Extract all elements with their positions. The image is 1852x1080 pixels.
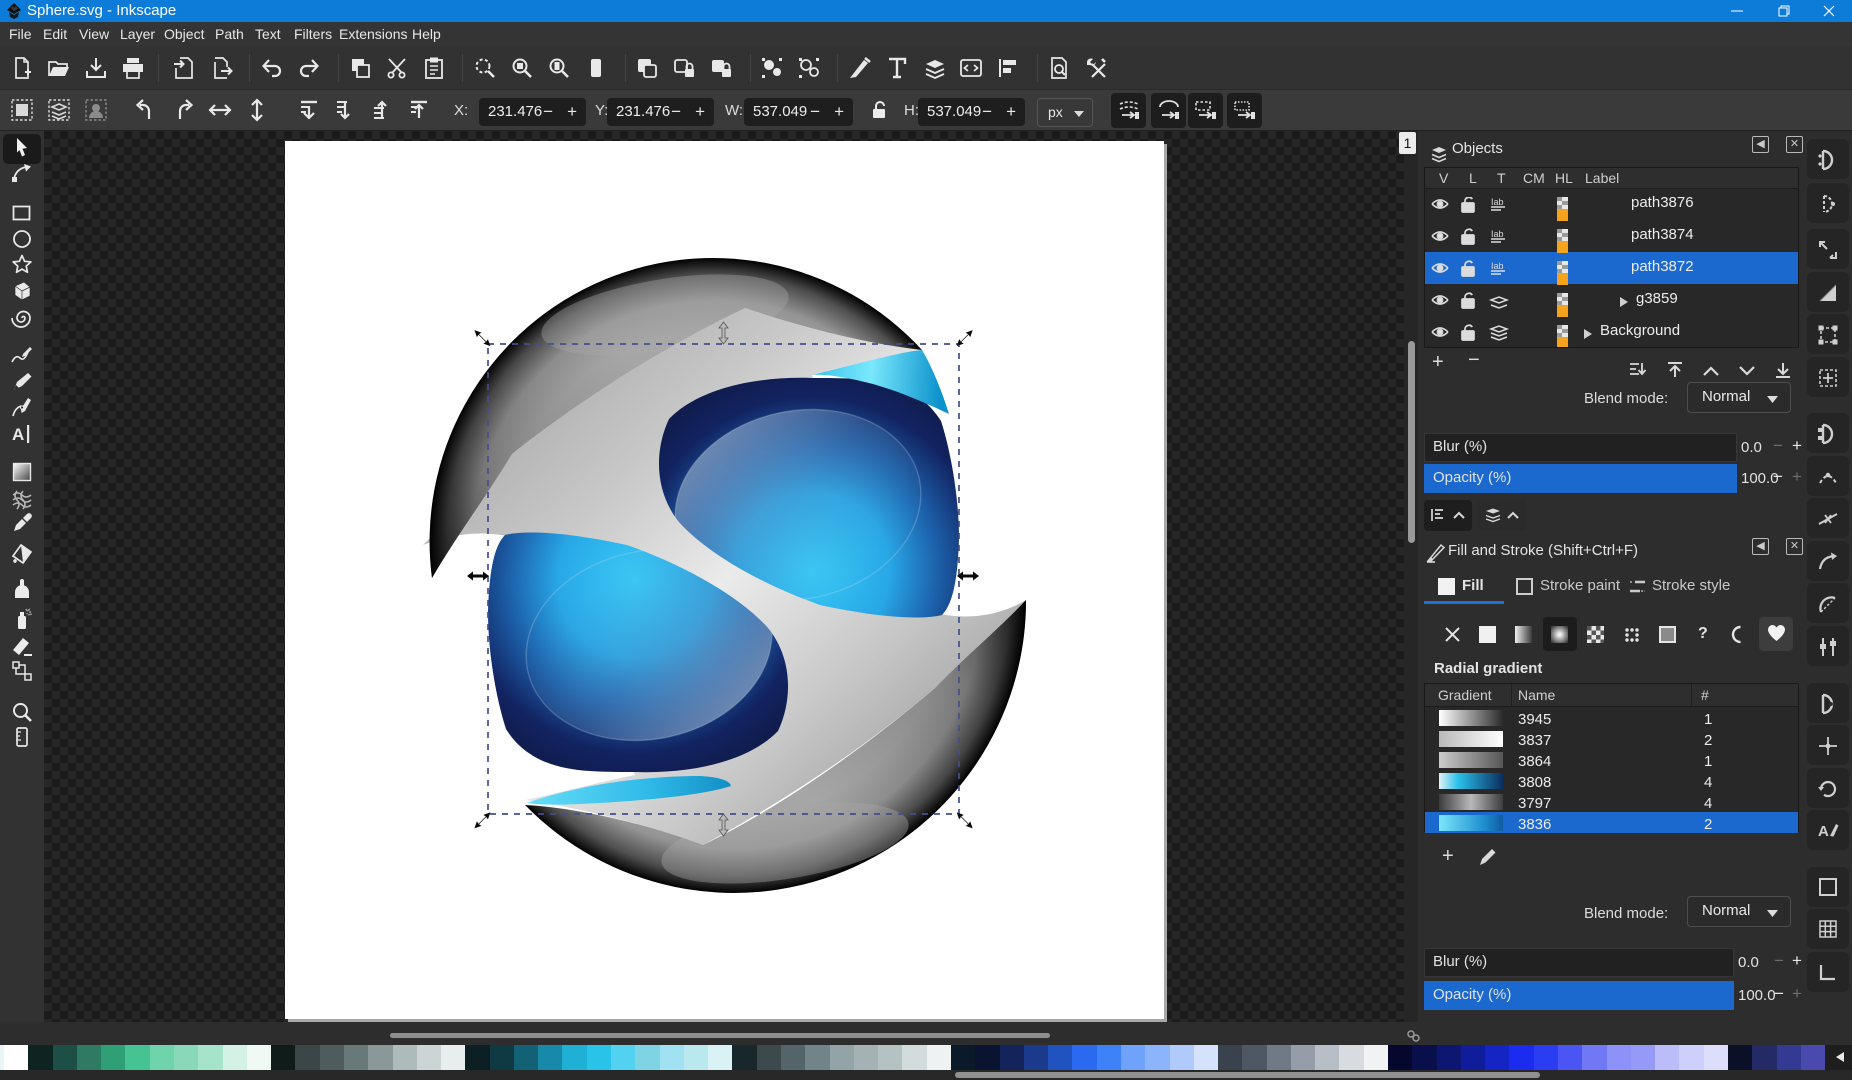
svg-text:Iab: Iab xyxy=(1491,197,1504,207)
svg-text:A: A xyxy=(1818,823,1829,840)
svg-text:A: A xyxy=(12,425,24,444)
